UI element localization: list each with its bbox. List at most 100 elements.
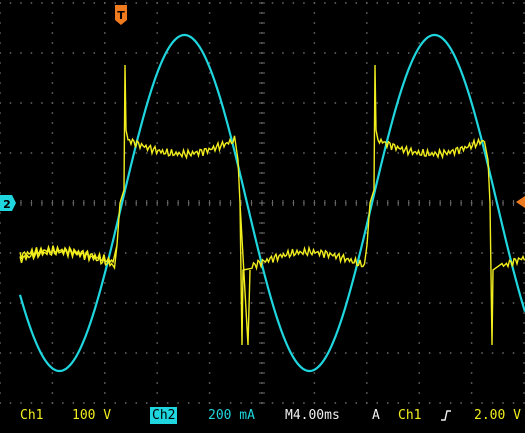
grid-dot [439,52,441,54]
grid-dot [156,322,158,324]
grid-dot [198,52,200,54]
grid-dot [219,252,221,254]
grid-dot [366,12,368,14]
grid-dot [198,352,200,354]
grid-dot [292,402,295,404]
grid-dot [418,282,420,284]
grid-dot [198,2,200,4]
grid-dot [0,42,1,44]
grid-dot [282,302,284,304]
grid-dot [460,302,462,304]
ch2-marker-label: 2 [3,198,11,211]
grid-dot [125,302,127,304]
grid-dot [72,352,75,354]
grid-dot [334,102,337,104]
grid-dot [470,32,473,34]
grid-dot [502,252,504,254]
grid-dot [0,292,1,294]
grid-dot [481,152,483,154]
grid-dot [156,162,158,164]
grid-dot [208,362,211,364]
grid-dot [51,82,54,84]
grid-dot [366,62,368,64]
grid-dot [72,2,75,4]
grid-dot [460,402,462,404]
grid-dot [93,2,96,4]
grid-dot [470,382,473,384]
grid-dot [72,402,75,404]
ch2-label[interactable]: Ch2 [150,407,178,424]
grid-dot [104,112,106,114]
grid-dot [313,292,316,294]
grid-dot [250,152,253,154]
grid-dot [418,362,420,364]
grid-dot [418,12,420,14]
grid-dot [240,152,242,154]
grid-dot [62,52,64,54]
grid-dot [366,22,368,24]
grid-dot [51,2,54,4]
grid-dot [51,212,54,214]
grid-dot [313,72,316,74]
grid-dot [166,2,169,4]
grid-dot [366,122,368,124]
grid-dot [418,142,420,144]
grid-dot [9,52,12,54]
grid-dot [397,402,399,404]
grid-dot [0,302,1,304]
grid-dot [104,142,106,144]
grid-dot [418,392,420,394]
grid-dot [30,2,33,4]
grid-dot [41,402,43,404]
grid-dot [208,312,211,314]
grid-dot [313,222,316,224]
grid-dot [125,2,127,4]
grid-dot [313,312,316,314]
grid-dot [104,192,106,194]
grid-dot [313,42,316,44]
grid-dot [418,22,420,24]
grid-dot [219,352,221,354]
grid-dot [470,302,473,304]
grid-dot [83,152,85,154]
grid-dot [428,402,431,404]
grid-dot [0,12,1,14]
grid-dot [313,282,316,284]
ch1-label[interactable]: Ch1 [20,405,43,426]
grid-dot [449,302,452,304]
trigger-source[interactable]: Ch1 [398,405,421,426]
grid-dot [30,102,33,104]
grid-dot [0,372,1,374]
grid-dot [502,402,504,404]
grid-dot [93,102,96,104]
grid-dot [324,302,326,304]
grid-dot [156,12,158,14]
grid-dot [229,152,232,154]
grid-dot [313,82,316,84]
grid-dot [156,382,158,384]
grid-dot [334,402,337,404]
grid-dot [219,402,221,404]
grid-dot [208,232,211,234]
grid-dot [0,192,1,194]
grid-dot [72,102,75,104]
grid-dot [145,352,148,354]
grid-dot [51,262,54,264]
grid-dot [345,2,347,4]
grid-dot [271,402,274,404]
grid-dot [51,312,54,314]
grid-dot [0,262,1,264]
grid-dot [208,222,211,224]
grid-dot [324,352,326,354]
grid-dot [418,222,420,224]
grid-dot [104,352,106,354]
grid-dot [366,102,368,104]
grid-dot [470,282,473,284]
grid-dot [62,2,64,4]
grid-dot [156,32,158,34]
grid-dot [156,122,158,124]
timebase[interactable]: M4.00ms [285,405,340,426]
grid-dot [0,252,1,254]
grid-dot [366,342,368,344]
grid-dot [470,212,473,214]
